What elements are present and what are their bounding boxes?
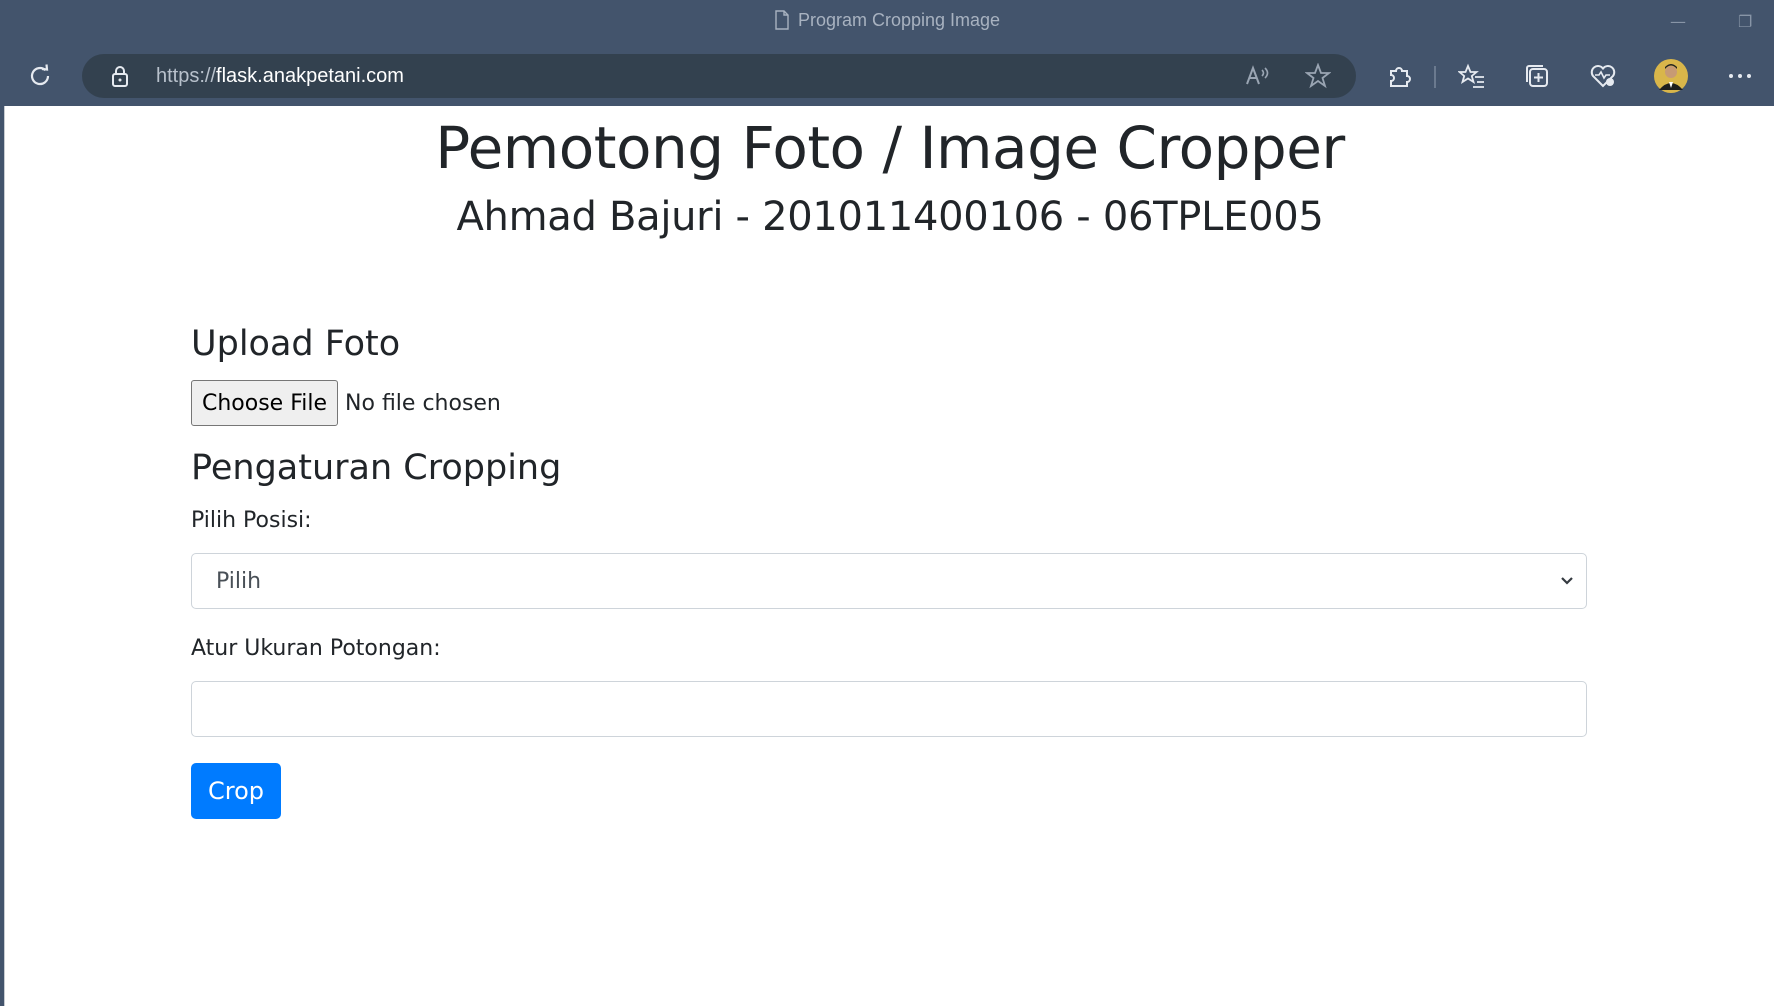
position-select[interactable]: Pilih [191,553,1587,609]
more-menu-icon[interactable] [1720,56,1760,96]
page-viewport: Pemotong Foto / Image Cropper Ahmad Baju… [4,106,1774,1006]
page-title: Pemotong Foto / Image Cropper [435,114,1345,182]
size-label: Atur Ukuran Potongan: [191,636,441,661]
toolbar-divider [1434,66,1436,88]
position-select-value: Pilih [216,569,262,594]
browser-toolbar: https://flask.anakpetani.com [0,50,1774,106]
browser-essentials-icon[interactable] [1583,56,1623,96]
url-text[interactable]: https://flask.anakpetani.com [156,65,404,88]
read-aloud-icon[interactable] [1238,56,1278,96]
crop-size-input[interactable] [191,681,1587,737]
favorite-star-icon[interactable] [1298,56,1338,96]
choose-file-button[interactable]: Choose File [191,380,339,426]
crop-button[interactable]: Crop [191,763,281,819]
page-subtitle: Ahmad Bajuri - 201011400106 - 06TPLE005 [456,194,1324,240]
extensions-icon[interactable] [1379,56,1419,96]
page-icon [775,10,789,30]
profile-avatar[interactable] [1651,56,1691,96]
address-bar[interactable]: https://flask.anakpetani.com [82,54,1356,98]
browser-titlebar: Program Cropping Image — ❐ [0,0,1774,50]
chevron-down-icon [1561,577,1573,585]
file-status: No file chosen [345,390,501,416]
upload-heading: Upload Foto [191,324,401,364]
settings-heading: Pengaturan Cropping [191,448,562,488]
position-label: Pilih Posisi: [191,508,312,533]
lock-icon[interactable] [100,56,140,96]
minimize-button[interactable]: — [1670,12,1686,31]
url-host: flask.anakpetani.com [216,65,404,87]
window-title: Program Cropping Image [0,10,1774,31]
url-scheme: https:// [156,65,217,87]
restore-button[interactable]: ❐ [1738,12,1752,31]
file-input[interactable]: Choose File No file chosen [191,380,501,426]
favorites-list-icon[interactable] [1452,56,1492,96]
refresh-icon[interactable] [20,56,60,96]
collections-icon[interactable] [1517,56,1557,96]
tab-title: Program Cropping Image [797,10,1001,30]
